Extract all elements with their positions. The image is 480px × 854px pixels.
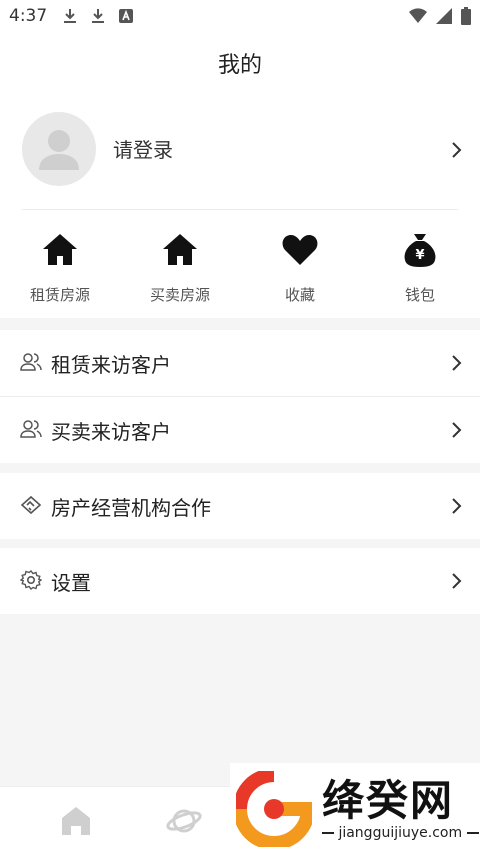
watermark-url-text: jiangguijiuye.com	[338, 825, 463, 841]
menu-group-settings: 设置	[0, 548, 480, 614]
chevron-right-icon	[452, 498, 462, 514]
money-bag-icon: ¥	[404, 234, 436, 267]
home-tab-icon[interactable]	[58, 803, 94, 839]
signal-icon	[436, 8, 452, 24]
avatar[interactable]	[22, 112, 96, 186]
menu-item-label: 租赁来访客户	[51, 353, 171, 377]
menu-group-cooperation: 房产经营机构合作	[0, 473, 480, 539]
chevron-right-icon	[452, 422, 462, 438]
download-icon	[64, 9, 76, 23]
a-icon	[119, 9, 133, 23]
quick-action-label: 收藏	[284, 286, 315, 304]
page-title: 我的	[217, 53, 262, 78]
quick-action-label: 钱包	[404, 286, 435, 304]
menu-item-label: 房产经营机构合作	[51, 496, 211, 520]
login-label[interactable]: 请登录	[113, 134, 173, 163]
quick-action-wallet[interactable]: ¥ 钱包	[360, 210, 480, 318]
chevron-right-icon	[452, 573, 462, 589]
quick-action-rental-listings[interactable]: 租赁房源	[0, 210, 120, 318]
quick-action-sale-listings[interactable]: 买卖房源	[120, 210, 240, 318]
watermark-logo	[236, 771, 312, 847]
gear-icon	[20, 570, 42, 590]
planet-tab-icon[interactable]	[166, 803, 202, 839]
quick-action-label: 买卖房源	[149, 286, 210, 304]
menu-item-rental-visitors[interactable]: 租赁来访客户	[0, 330, 480, 396]
quick-action-favorites[interactable]: 收藏	[240, 210, 360, 318]
status-system-icons	[408, 6, 472, 26]
chevron-right-icon	[452, 355, 462, 371]
house-icon	[43, 234, 77, 265]
watermark-name: 绛癸网	[322, 776, 455, 825]
user-placeholder-icon	[39, 130, 79, 170]
status-bar: 4:37	[0, 0, 480, 34]
menu-item-agency-cooperation[interactable]: 房产经营机构合作	[0, 473, 480, 539]
download-icon	[92, 9, 104, 23]
status-time: 4:37	[9, 6, 48, 26]
status-notifications	[60, 6, 136, 26]
quick-action-label: 租赁房源	[29, 286, 90, 304]
watermark-url: jiangguijiuye.com	[322, 825, 479, 841]
wifi-icon	[409, 8, 427, 23]
menu-item-label: 买卖来访客户	[51, 420, 171, 444]
header: 我的	[0, 34, 480, 94]
quick-actions: 租赁房源 买卖房源 收藏 ¥ 钱包	[0, 210, 480, 318]
heart-icon	[282, 235, 318, 265]
svg-text:¥: ¥	[415, 248, 424, 263]
handshake-icon	[20, 495, 42, 515]
menu-item-label: 设置	[51, 571, 91, 595]
users-icon	[20, 353, 42, 371]
watermark: 绛癸网 jiangguijiuye.com	[230, 763, 480, 854]
battery-icon	[461, 7, 471, 25]
menu-item-sale-visitors[interactable]: 买卖来访客户	[0, 397, 480, 463]
menu-group-visitors: 租赁来访客户 买卖来访客户	[0, 330, 480, 463]
profile-row[interactable]: 请登录	[0, 94, 480, 210]
users-icon	[20, 420, 42, 438]
house-icon	[163, 234, 197, 265]
menu-item-settings[interactable]: 设置	[0, 548, 480, 614]
chevron-right-icon	[452, 142, 462, 158]
